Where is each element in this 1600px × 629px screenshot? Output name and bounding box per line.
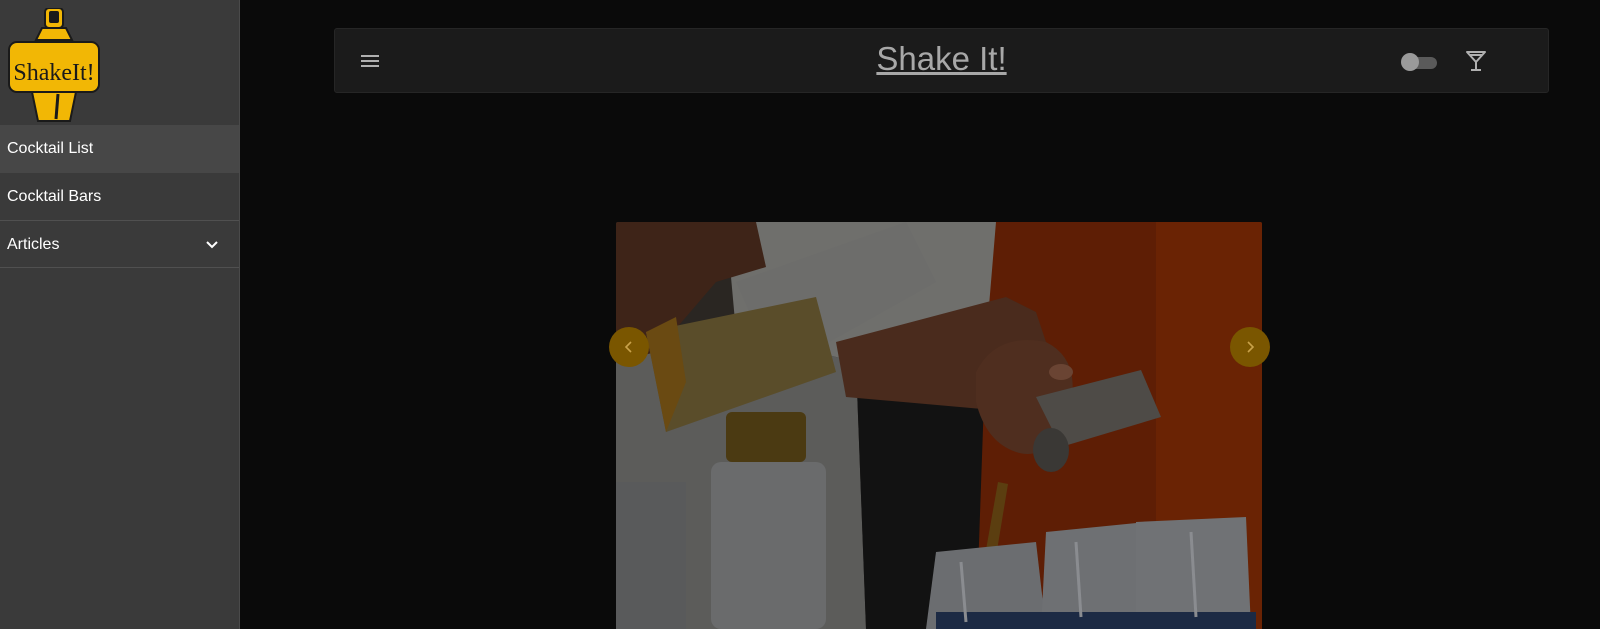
carousel-prev-button[interactable] — [609, 327, 649, 367]
toggle-knob — [1401, 53, 1419, 71]
theme-toggle[interactable] — [1401, 52, 1439, 71]
logo-text: ShakeIt! — [13, 60, 94, 86]
sidebar-item-label: Cocktail Bars — [7, 188, 102, 205]
top-app-bar: Shake It! — [334, 28, 1549, 93]
sidebar-item-cocktail-bars[interactable]: Cocktail Bars — [0, 173, 239, 221]
sidebar-item-cocktail-list[interactable]: Cocktail List — [0, 125, 239, 173]
shakeit-logo[interactable]: ShakeIt! — [8, 7, 100, 124]
sidebar-item-label: Articles — [7, 236, 60, 253]
main-content: Shake It! — [241, 0, 1600, 629]
chevron-right-icon — [1247, 341, 1255, 353]
sidebar-item-label: Cocktail List — [7, 140, 94, 157]
sidebar-item-articles[interactable]: Articles — [0, 220, 239, 268]
chevron-left-icon — [624, 341, 632, 353]
page-title[interactable]: Shake It! — [335, 39, 1548, 79]
carousel-next-button[interactable] — [1230, 327, 1270, 367]
sidebar: ShakeIt! Cocktail List Cocktail Bars Art… — [0, 0, 240, 629]
carousel-slide-image — [616, 222, 1262, 629]
chevron-down-icon — [206, 241, 218, 249]
image-carousel — [616, 222, 1262, 629]
cocktail-glass-icon[interactable] — [1464, 49, 1488, 73]
